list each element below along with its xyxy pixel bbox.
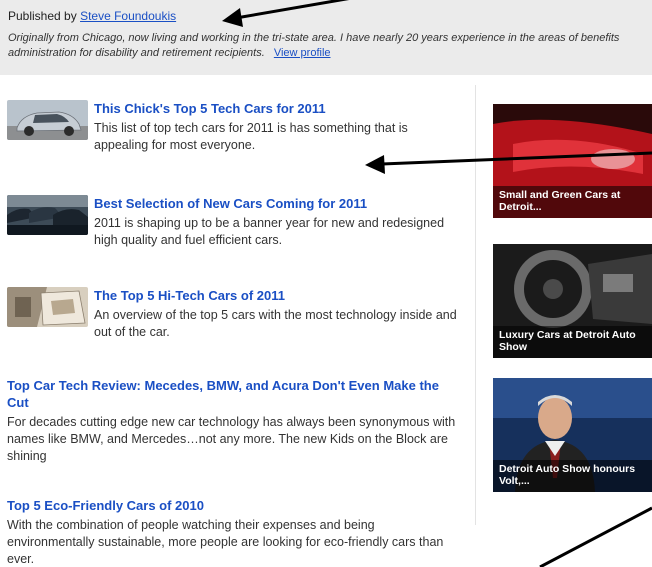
- video-caption: Small and Green Cars at Detroit...: [493, 186, 652, 218]
- article-body: Best Selection of New Cars Coming for 20…: [94, 195, 464, 249]
- related-articles: This Chick's Top 5 Tech Cars for 2011 Th…: [0, 75, 470, 567]
- article-body: This Chick's Top 5 Tech Cars for 2011 Th…: [94, 100, 464, 154]
- article-item[interactable]: Top 5 Eco-Friendly Cars of 2010 With the…: [7, 497, 467, 567]
- article-item[interactable]: Best Selection of New Cars Coming for 20…: [7, 195, 467, 255]
- article-title-link[interactable]: Top 5 Eco-Friendly Cars of 2010: [7, 497, 462, 514]
- article-item[interactable]: This Chick's Top 5 Tech Cars for 2011 Th…: [7, 100, 467, 160]
- article-title-link[interactable]: This Chick's Top 5 Tech Cars for 2011: [94, 100, 464, 117]
- article-body: Top 5 Eco-Friendly Cars of 2010 With the…: [7, 497, 462, 567]
- video-column: Small and Green Cars at Detroit... Luxur…: [493, 0, 652, 567]
- article-item[interactable]: The Top 5 Hi-Tech Cars of 2011 An overvi…: [7, 287, 467, 347]
- article-body: Top Car Tech Review: Mecedes, BMW, and A…: [7, 377, 462, 465]
- video-thumbnail[interactable]: Luxury Cars at Detroit Auto Show: [493, 244, 652, 358]
- article-item[interactable]: Top Car Tech Review: Mecedes, BMW, and A…: [7, 377, 467, 477]
- article-title-link[interactable]: The Top 5 Hi-Tech Cars of 2011: [94, 287, 464, 304]
- view-profile-link[interactable]: View profile: [274, 47, 331, 59]
- article-body: The Top 5 Hi-Tech Cars of 2011 An overvi…: [94, 287, 464, 341]
- article-title-link[interactable]: Best Selection of New Cars Coming for 20…: [94, 195, 464, 212]
- article-thumbnail[interactable]: [7, 100, 88, 140]
- video-thumbnail[interactable]: Small and Green Cars at Detroit...: [493, 104, 652, 218]
- article-description: With the combination of people watching …: [7, 518, 444, 566]
- article-thumbnail[interactable]: [7, 287, 88, 327]
- article-description: 2011 is shaping up to be a banner year f…: [94, 216, 445, 247]
- article-description: For decades cutting edge new car technol…: [7, 415, 456, 463]
- article-description: This list of top tech cars for 2011 is h…: [94, 121, 408, 152]
- author-name-link[interactable]: Steve Foundoukis: [80, 9, 176, 23]
- video-caption: Luxury Cars at Detroit Auto Show: [493, 326, 652, 358]
- video-thumbnail[interactable]: Detroit Auto Show honours Volt,...: [493, 378, 652, 492]
- article-thumbnail[interactable]: [7, 195, 88, 235]
- video-caption: Detroit Auto Show honours Volt,...: [493, 460, 652, 492]
- column-divider: [475, 85, 476, 525]
- article-description: An overview of the top 5 cars with the m…: [94, 308, 457, 339]
- article-title-link[interactable]: Top Car Tech Review: Mecedes, BMW, and A…: [7, 377, 462, 411]
- published-by-label: Published by: [8, 9, 77, 23]
